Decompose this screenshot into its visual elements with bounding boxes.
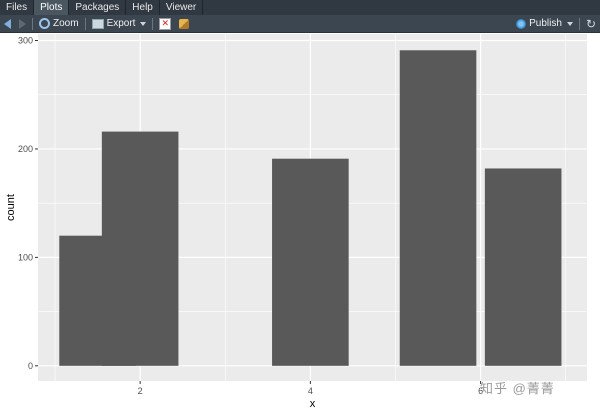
broom-icon <box>179 18 190 29</box>
tab-help[interactable]: Help <box>126 0 160 15</box>
remove-plot-icon <box>159 17 172 30</box>
y-tick-label: 100 <box>18 252 33 262</box>
pane-tab-bar: Files Plots Packages Help Viewer <box>0 0 600 15</box>
bar <box>484 168 562 366</box>
chevron-down-icon <box>566 21 573 26</box>
export-icon <box>91 18 104 29</box>
export-button[interactable]: Export <box>88 15 151 32</box>
plot-viewer: 0 100 200 300 2 4 6 x count <box>0 33 600 414</box>
back-arrow-icon <box>4 18 11 29</box>
clear-all-plots-button[interactable] <box>175 15 193 32</box>
publish-label: Publish <box>529 18 562 29</box>
bar <box>101 131 179 366</box>
remove-plot-button[interactable] <box>155 15 175 32</box>
toolbar-divider <box>32 17 33 30</box>
tab-plots[interactable]: Plots <box>34 0 70 15</box>
plots-toolbar: Zoom Export Publish ↻ <box>0 15 600 33</box>
x-tick-label: 4 <box>308 386 313 396</box>
zoom-icon <box>39 18 50 29</box>
x-tick-label: 2 <box>138 386 143 396</box>
y-tick-label: 300 <box>18 36 33 46</box>
chevron-down-icon <box>140 21 147 26</box>
x-axis-title: x <box>310 398 316 410</box>
y-tick-label: 200 <box>18 144 33 154</box>
forward-arrow-icon <box>19 18 26 29</box>
zoom-label: Zoom <box>53 18 79 29</box>
refresh-icon: ↻ <box>585 16 596 31</box>
zoom-button[interactable]: Zoom <box>35 15 83 32</box>
tab-packages[interactable]: Packages <box>69 0 127 15</box>
toolbar-divider <box>84 17 86 30</box>
watermark: 知乎 @菁菁 <box>480 381 555 396</box>
bar <box>399 50 477 366</box>
export-label: Export <box>106 18 136 29</box>
bar-chart: 01002003002 4 6xcount <box>5 34 587 410</box>
publish-icon <box>516 18 527 29</box>
bar <box>272 158 349 366</box>
toolbar-divider <box>578 17 580 30</box>
back-button[interactable] <box>0 15 15 32</box>
forward-button[interactable] <box>15 15 30 32</box>
refresh-button[interactable]: ↻ <box>582 15 600 32</box>
toolbar-divider <box>152 17 154 30</box>
tab-files[interactable]: Files <box>0 0 35 15</box>
y-axis-title: count <box>5 194 17 221</box>
y-tick-label: 0 <box>28 361 33 371</box>
publish-button[interactable]: Publish <box>512 15 577 32</box>
tab-viewer[interactable]: Viewer <box>160 0 204 15</box>
